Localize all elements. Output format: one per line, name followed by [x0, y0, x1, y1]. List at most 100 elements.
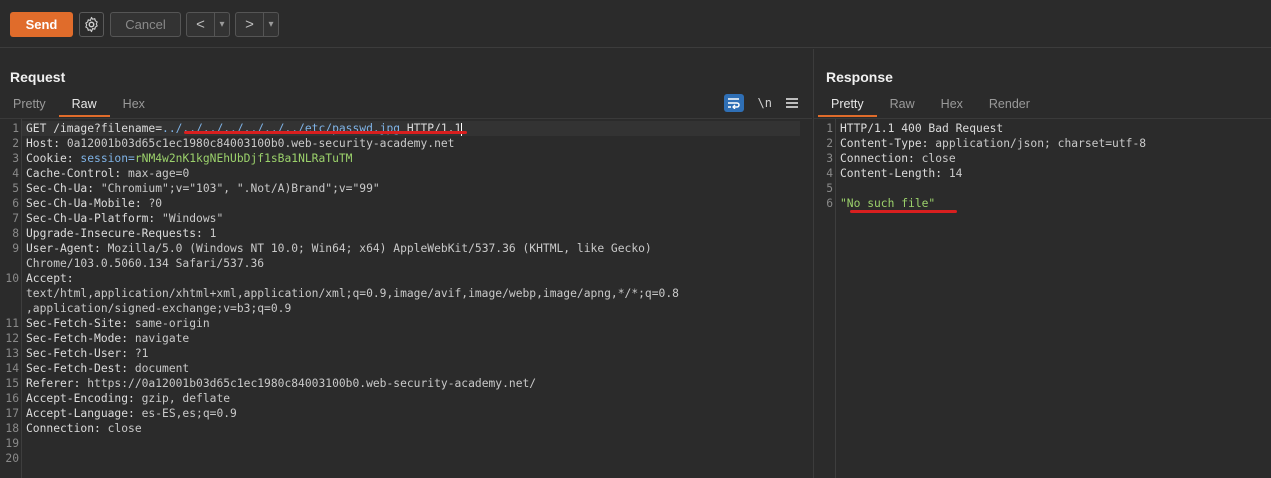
line-number: 2 [826, 137, 833, 150]
line-content: Content-Length: 14 [836, 166, 962, 181]
code-token: Connection: [26, 422, 108, 435]
code-token: ?0 [148, 197, 163, 210]
line-content: Sec-Fetch-User: ?1 [22, 346, 800, 361]
code-line: 20 [0, 451, 812, 466]
line-number: 4 [826, 167, 833, 180]
line-number: 11 [5, 317, 19, 330]
tab-raw[interactable]: Raw [877, 93, 928, 117]
code-token: Sec-Fetch-Mode: [26, 332, 135, 345]
line-number: 9 [12, 242, 19, 255]
code-line: 2 Host: 0a12001b03d65c1ec1980c84003100b0.… [0, 136, 812, 151]
code-token: Sec-Ch-Ua-Mobile: [26, 197, 149, 210]
tab-hex[interactable]: Hex [928, 93, 976, 117]
line-content [22, 451, 800, 466]
show-newlines-toggle[interactable]: \n [758, 96, 772, 110]
line-number: 13 [5, 347, 19, 360]
tab-hex[interactable]: Hex [110, 93, 158, 117]
code-token: session= [80, 152, 135, 165]
line-number: 3 [12, 152, 19, 165]
code-token: Cookie: [26, 152, 81, 165]
word-wrap-toggle[interactable] [723, 94, 744, 112]
code-line: 9 User-Agent: Mozilla/5.0 (Windows NT 10.… [0, 241, 812, 256]
line-content: Accept-Language: es-ES,es;q=0.9 [22, 406, 800, 421]
code-line: 13 Sec-Fetch-User: ?1 [0, 346, 812, 361]
line-number: 7 [12, 212, 19, 225]
code-token: max-age=0 [128, 167, 190, 180]
code-token: "No such file" [840, 197, 936, 210]
forward-arrow-icon[interactable]: > [236, 13, 264, 36]
code-token: gzip, deflate [141, 392, 231, 405]
code-line: 8 Upgrade-Insecure-Requests: 1 [0, 226, 812, 241]
hamburger-menu-icon[interactable] [786, 98, 798, 108]
code-token: Chrome/103.0.5060.134 Safari/537.36 [26, 257, 265, 270]
line-number: 4 [12, 167, 19, 180]
forward-history-dropdown[interactable]: ▾ [264, 19, 278, 30]
code-token: HTTP/1.1 400 Bad Request [840, 122, 1004, 135]
line-number: 18 [5, 422, 19, 435]
tab-pretty[interactable]: Pretty [0, 93, 59, 117]
code-token: Sec-Fetch-User: [26, 347, 135, 360]
line-number: 5 [12, 182, 19, 195]
code-token: 0a12001b03d65c1ec1980c84003100b0.web-sec… [66, 137, 455, 150]
back-arrow-icon[interactable]: < [187, 13, 215, 36]
forward-button[interactable]: > ▾ [235, 12, 279, 37]
back-history-dropdown[interactable]: ▾ [215, 19, 229, 30]
tab-render[interactable]: Render [976, 93, 1043, 117]
code-token: application/json; charset=utf-8 [935, 137, 1147, 150]
code-token: text/html,application/xhtml+xml,applicat… [26, 287, 679, 300]
code-token: https://0a12001b03d65c1ec1980c84003100b0… [87, 377, 537, 390]
code-token: Host: [26, 137, 67, 150]
request-lines: 1 GET /image?filename=../../../../../../.… [0, 121, 812, 466]
tab-raw[interactable]: Raw [58, 93, 110, 117]
code-line: 3 Cookie: session=rNM4w2nK1kgNEhUbDjf1sBa… [0, 151, 812, 166]
code-line: 16 Accept-Encoding: gzip, deflate [0, 391, 812, 406]
code-token: GET /image?filename= [26, 122, 163, 135]
line-number: 2 [12, 137, 19, 150]
response-editor[interactable]: 1 HTTP/1.1 400 Bad Request 2 Content-Type: … [814, 118, 1271, 478]
line-number: 3 [826, 152, 833, 165]
line-content [22, 436, 800, 451]
response-pane: Response Pretty Raw Hex Render 1 HTTP/1.1 40… [813, 49, 1271, 478]
code-token: Sec-Ch-Ua-Platform: [26, 212, 163, 225]
line-number [0, 286, 22, 301]
code-token: Sec-Fetch-Dest: [26, 362, 135, 375]
request-title: Request [10, 69, 66, 85]
line-content: Host: 0a12001b03d65c1ec1980c84003100b0.w… [22, 136, 800, 151]
line-content: Sec-Ch-Ua-Mobile: ?0 [22, 196, 800, 211]
line-number: 6 [12, 197, 19, 210]
line-content: Sec-Ch-Ua: "Chromium";v="103", ".Not/A)B… [22, 181, 800, 196]
settings-button[interactable] [79, 12, 104, 37]
line-number [0, 301, 22, 316]
code-token: Sec-Fetch-Site: [26, 317, 135, 330]
gear-icon [85, 16, 98, 33]
line-content: Chrome/103.0.5060.134 Safari/537.36 [22, 256, 800, 271]
code-line: 5 Sec-Ch-Ua: "Chromium";v="103", ".Not/A)… [0, 181, 812, 196]
code-line: 10 Accept: [0, 271, 812, 286]
code-line: 19 [0, 436, 812, 451]
line-number: 17 [5, 407, 19, 420]
code-line: 1 HTTP/1.1 400 Bad Request [814, 121, 1271, 136]
tab-pretty[interactable]: Pretty [818, 93, 877, 117]
line-number: 12 [5, 332, 19, 345]
code-line: 11 Sec-Fetch-Site: same-origin [0, 316, 812, 331]
code-token: ,application/signed-exchange;v=b3;q=0.9 [26, 302, 292, 315]
code-line: ,application/signed-exchange;v=b3;q=0.9 [0, 301, 812, 316]
line-content: Cache-Control: max-age=0 [22, 166, 800, 181]
code-token: User-Agent: [26, 242, 108, 255]
code-line: 12 Sec-Fetch-Mode: navigate [0, 331, 812, 346]
code-line: 17 Accept-Language: es-ES,es;q=0.9 [0, 406, 812, 421]
error-message-highlight [850, 210, 957, 213]
response-lines: 1 HTTP/1.1 400 Bad Request 2 Content-Type: … [814, 121, 1271, 211]
line-number [0, 256, 22, 271]
line-number: 5 [826, 182, 833, 195]
code-line: 7 Sec-Ch-Ua-Platform: "Windows" [0, 211, 812, 226]
code-token: 14 [948, 167, 963, 180]
code-line: 2 Content-Type: application/json; charset… [814, 136, 1271, 151]
back-button[interactable]: < ▾ [186, 12, 230, 37]
cancel-button[interactable]: Cancel [110, 12, 181, 37]
send-button[interactable]: Send [10, 12, 73, 37]
request-editor[interactable]: 1 GET /image?filename=../../../../../../.… [0, 118, 812, 478]
code-line: text/html,application/xhtml+xml,applicat… [0, 286, 812, 301]
code-token: Upgrade-Insecure-Requests: [26, 227, 210, 240]
line-number: 1 [826, 122, 833, 135]
